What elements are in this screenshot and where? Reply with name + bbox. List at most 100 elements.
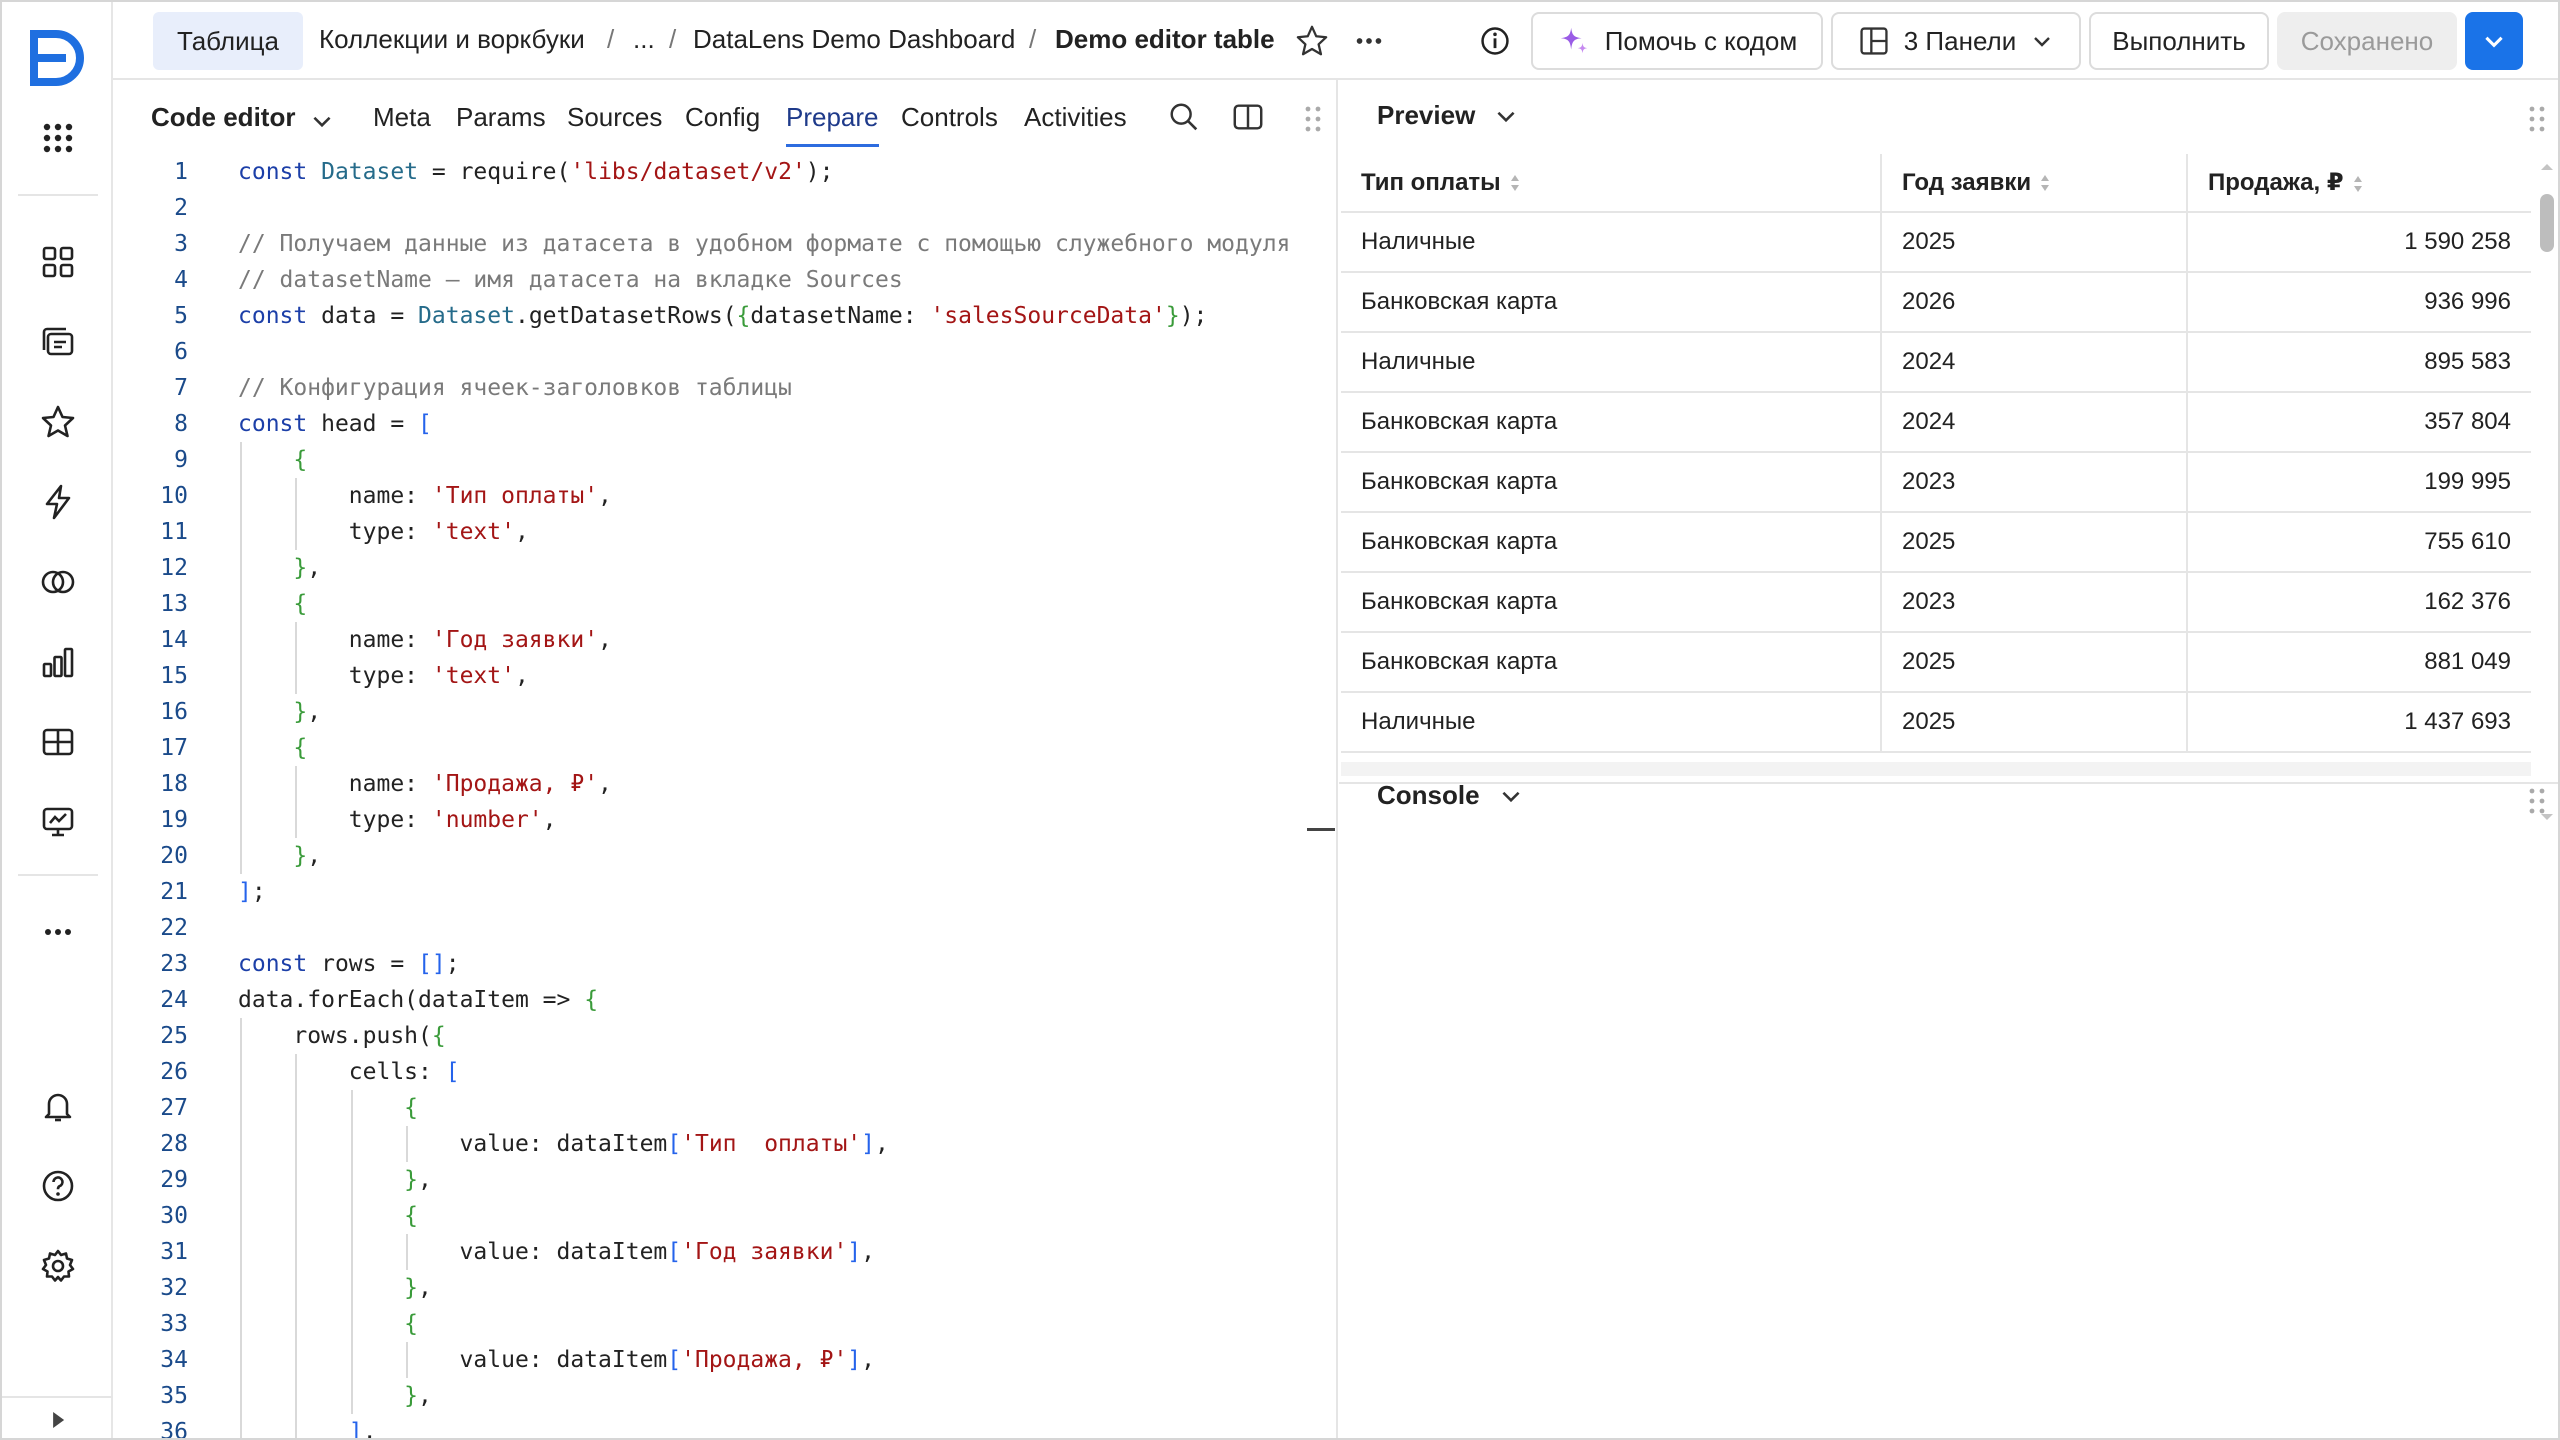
breadcrumb-dashboard[interactable]: DataLens Demo Dashboard — [693, 24, 1015, 55]
collections-icon[interactable] — [34, 318, 82, 366]
rail-divider — [18, 874, 98, 876]
code-text: cells: [ — [238, 1059, 460, 1085]
code-line[interactable]: 22 — [113, 910, 1323, 946]
line-number: 6 — [174, 339, 188, 365]
column-header-label: Продажа, ₽ — [2208, 169, 2344, 196]
panels-dropdown[interactable]: 3 Панели — [1831, 12, 2081, 70]
tab-config[interactable]: Config — [685, 102, 760, 133]
save-options-button[interactable] — [2465, 12, 2523, 70]
code-line[interactable]: 24 data.forEach(dataItem => { — [113, 982, 1323, 1018]
cell-sales: 162 376 — [2187, 572, 2531, 633]
more-dots-icon[interactable] — [34, 908, 82, 956]
tab-params[interactable]: Params — [456, 102, 546, 133]
code-text: type: 'text', — [238, 663, 529, 689]
table-row: Банковская карта 2023 199 995 — [1341, 452, 2531, 513]
more-actions-icon[interactable] — [1350, 22, 1388, 60]
code-line[interactable]: 25 rows.push({ — [113, 1018, 1323, 1054]
favorite-star-icon[interactable] — [1293, 22, 1331, 60]
tab-controls[interactable]: Controls — [901, 102, 998, 133]
preview-header[interactable]: Preview — [1377, 100, 1519, 131]
horizontal-scrollbar[interactable] — [1341, 762, 2531, 776]
table-row: Банковская карта 2025 881 049 — [1341, 632, 2531, 693]
cell-sales: 1 437 693 — [2187, 692, 2531, 753]
tab-prepare[interactable]: Prepare — [786, 102, 879, 133]
chevron-down-icon[interactable] — [309, 108, 335, 134]
indent-guide — [240, 1270, 242, 1306]
cell-year: 2025 — [1881, 512, 2188, 573]
drag-handle-icon[interactable] — [2527, 786, 2547, 816]
code-text: rows.push({ — [238, 1023, 446, 1049]
cell-payment-type: Наличные — [1341, 212, 1882, 273]
favorites-star-icon[interactable] — [34, 398, 82, 446]
console-header[interactable]: Console — [1377, 780, 1524, 811]
reports-grid-icon[interactable] — [34, 718, 82, 766]
drag-handle-icon[interactable] — [1303, 104, 1323, 134]
vertical-scrollbar[interactable] — [2535, 154, 2558, 834]
line-number: 27 — [160, 1095, 188, 1121]
code-line[interactable]: 12 }, — [113, 550, 1323, 586]
code-text: // Получаем данные из датасета в удобном… — [238, 231, 1291, 257]
breadcrumb-ellipsis[interactable]: ... — [633, 24, 655, 55]
charts-bar-icon[interactable] — [34, 638, 82, 686]
code-line[interactable]: 7 // Конфигурация ячеек-заголовков таблиц… — [113, 370, 1323, 406]
split-view-icon[interactable] — [1231, 100, 1265, 134]
code-line[interactable]: 6 — [113, 334, 1323, 370]
dashboard-icon[interactable] — [34, 238, 82, 286]
tab-meta[interactable]: Meta — [373, 102, 431, 133]
line-number: 31 — [160, 1239, 188, 1265]
code-line[interactable]: 4 // datasetName — имя датасета на вкладк… — [113, 262, 1323, 298]
entry-type-tab[interactable]: Таблица — [153, 12, 303, 70]
drag-handle-icon[interactable] — [2527, 104, 2547, 134]
code-line[interactable]: 23 const rows = []; — [113, 946, 1323, 982]
indent-guide — [240, 1162, 242, 1198]
info-icon[interactable] — [1476, 22, 1514, 60]
code-text: data.forEach(dataItem => { — [238, 987, 599, 1013]
indent-guide — [295, 1234, 298, 1270]
code-line[interactable]: 13 { — [113, 586, 1323, 622]
expand-rail-icon[interactable] — [34, 1400, 82, 1438]
indent-guide — [295, 658, 298, 694]
settings-gear-icon[interactable] — [34, 1242, 82, 1290]
code-line[interactable]: 9 { — [113, 442, 1323, 478]
indent-guide — [295, 766, 298, 802]
notifications-bell-icon[interactable] — [34, 1082, 82, 1130]
saved-button[interactable]: Сохранено — [2277, 12, 2457, 70]
tab-activities[interactable]: Activities — [1024, 102, 1127, 133]
column-header-sales[interactable]: Продажа, ₽ — [2187, 154, 2531, 213]
code-line[interactable]: 5 const data = Dataset.getDatasetRows({da… — [113, 298, 1323, 334]
lightning-icon[interactable] — [34, 478, 82, 526]
code-text: type: 'number', — [238, 807, 557, 833]
code-line[interactable]: 16 }, — [113, 694, 1323, 730]
tab-sources[interactable]: Sources — [567, 102, 662, 133]
run-button[interactable]: Выполнить — [2089, 12, 2269, 70]
help-question-icon[interactable] — [34, 1162, 82, 1210]
column-header-year[interactable]: Год заявки — [1881, 154, 2188, 213]
indent-guide — [406, 1342, 409, 1378]
line-number: 23 — [160, 951, 188, 977]
code-line[interactable]: 17 { — [113, 730, 1323, 766]
code-line[interactable]: 1 const Dataset = require('libs/dataset/v… — [113, 154, 1323, 190]
indent-guide — [240, 1198, 242, 1234]
split-resize-handle[interactable] — [1307, 828, 1335, 831]
code-line[interactable]: 20 }, — [113, 838, 1323, 874]
editor-mode-selector[interactable]: Code editor — [151, 102, 295, 133]
apps-grid-icon[interactable] — [34, 114, 82, 162]
indent-guide — [240, 550, 242, 586]
line-number: 26 — [160, 1059, 188, 1085]
column-header-label: Год заявки — [1902, 168, 2032, 196]
column-header-payment-type[interactable]: Тип оплаты — [1341, 154, 1882, 213]
code-line[interactable]: 2 — [113, 190, 1323, 226]
datasets-rings-icon[interactable] — [34, 558, 82, 606]
monitor-chart-icon[interactable] — [34, 798, 82, 846]
search-icon[interactable] — [1167, 100, 1201, 134]
code-area[interactable]: 1 const Dataset = require('libs/dataset/v… — [113, 154, 1323, 1438]
indent-guide — [350, 1342, 353, 1378]
breadcrumb-collections[interactable]: Коллекции и воркбуки — [319, 24, 585, 55]
datalens-logo-icon[interactable] — [26, 26, 90, 90]
code-line[interactable]: 21]; — [113, 874, 1323, 910]
line-number: 19 — [160, 807, 188, 833]
help-with-code-button[interactable]: Помочь с кодом — [1531, 12, 1823, 70]
code-line[interactable]: 3 // Получаем данные из датасета в удобно… — [113, 226, 1323, 262]
code-line[interactable]: 8 const head = [ — [113, 406, 1323, 442]
cell-year: 2024 — [1881, 332, 2188, 393]
